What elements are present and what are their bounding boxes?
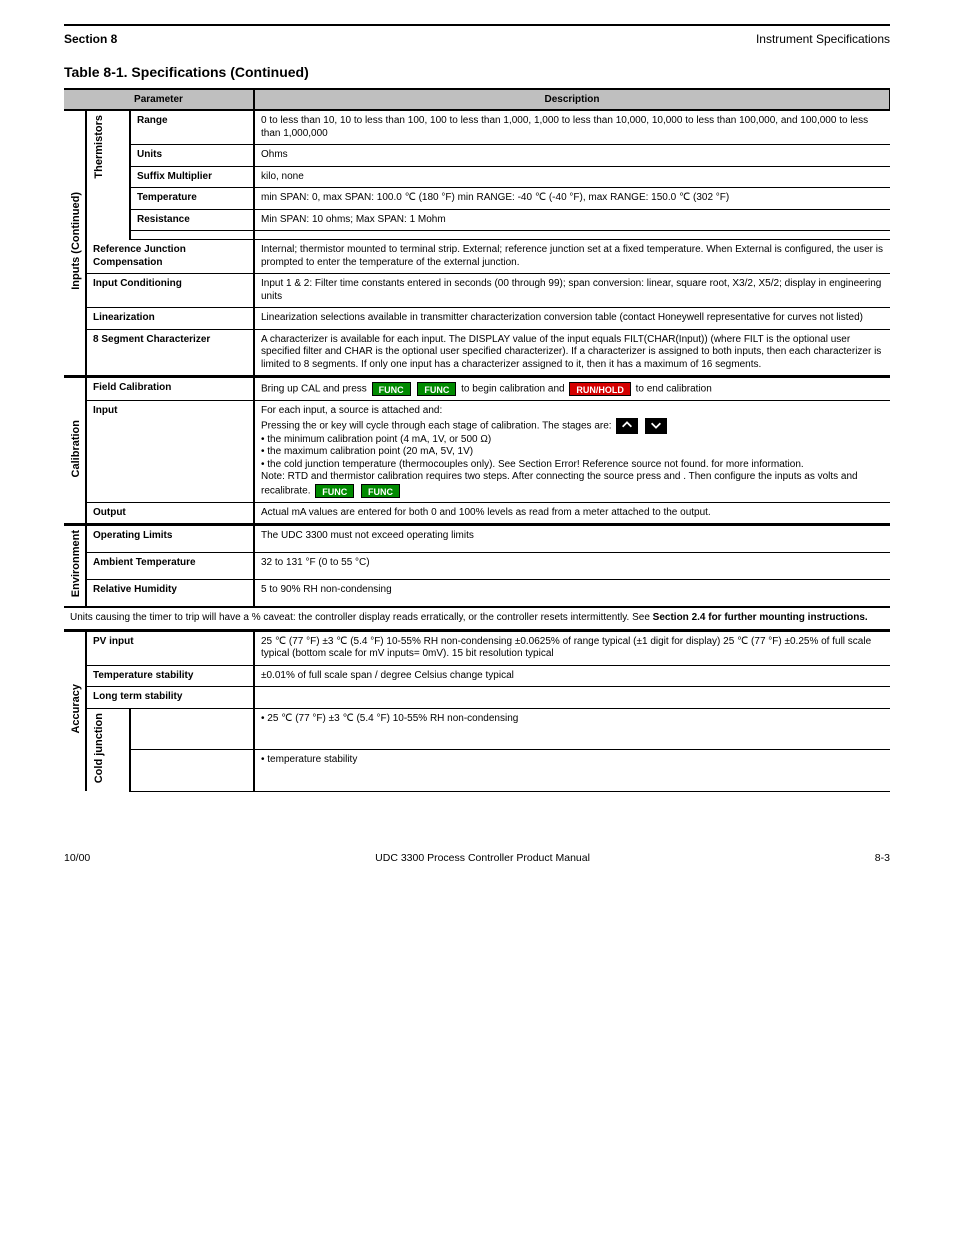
chevron-down-icon [645,418,667,434]
span-note-text: Units causing the timer to trip will hav… [64,607,890,630]
acc-longterm-label: Long term stability [86,687,254,709]
input-cond-label: Input Conditioning [86,274,254,308]
acc-cj-label: Cold junction [93,713,107,783]
row-cal-input: Input For each input, a source is attach… [64,401,890,503]
footer-left: 10/00 [64,852,90,864]
temperature-text: min SPAN: 0, max SPAN: 100.0 ℃ (180 °F) … [254,188,890,210]
env-operating-label: Operating Limits [86,525,254,553]
input-cond-text: Input 1 & 2: Filter time constants enter… [254,274,890,308]
group-inputs-cell: Inputs (Continued) [64,110,86,377]
suffix-label: Suffix Multiplier [130,166,254,188]
ref-junction-text: Internal; thermistor mounted to terminal… [254,240,890,274]
row-span-note: Units causing the timer to trip will hav… [64,607,890,630]
empty-cell [130,231,254,240]
acc-cj-sub1 [130,708,254,750]
row-cal-field: Calibration Field Calibration Bring up C… [64,377,890,401]
suffix-text: kilo, none [254,166,890,188]
cal-input-label: Input [86,401,254,503]
units-text: Ohms [254,145,890,167]
linearization-text: Linearization selections available in tr… [254,308,890,330]
cal-input-text: For each input, a source is attached and… [254,401,890,503]
field-cal-text: Bring up CAL and press FUNC FUNC to begi… [254,377,890,401]
env-operating-text: The UDC 3300 must not exceed operating l… [254,525,890,553]
row-cal-output: Output Actual mA values are entered for … [64,502,890,525]
acc-tempstab-label: Temperature stability [86,665,254,687]
range-label: Range [130,110,254,145]
resistance-text: Min SPAN: 10 ohms; Max SPAN: 1 Mohm [254,209,890,231]
acc-cj-sub2 [130,750,254,792]
group-acc-cell: Accuracy [64,630,86,791]
characterizer-text: A characterizer is available for each in… [254,329,890,377]
page-header: Section 8 Instrument Specifications [64,32,890,46]
row-acc-cj-1: Cold junction • 25 ℃ (77 °F) ±3 ℃ (5.4 °… [64,708,890,750]
row-env-rh: Relative Humidity 5 to 90% RH non-conden… [64,580,890,607]
table-head-row: Parameter Description [64,89,890,110]
cal-output-label: Output [86,502,254,525]
row-characterizer: 8 Segment Characterizer A characterizer … [64,329,890,377]
row-inputs-temperature: Temperature min SPAN: 0, max SPAN: 100.0… [64,188,890,210]
row-linearization: Linearization Linearization selections a… [64,308,890,330]
th-parameter: Parameter [64,89,254,110]
th-description: Description [254,89,890,110]
footer-right: 8-3 [875,852,890,864]
spec-title: Table 8-1. Specifications (Continued) [64,64,890,80]
row-inputs-suffix: Suffix Multiplier kilo, none [64,166,890,188]
linearization-label: Linearization [86,308,254,330]
thermistors-cell: Thermistors [86,110,130,240]
acc-tempstab-text: ±0.01% of full scale span / degree Celsi… [254,665,890,687]
row-acc-tempstab: Temperature stability ±0.01% of full sca… [64,665,890,687]
temperature-label: Temperature [130,188,254,210]
page-footer: 10/00 UDC 3300 Process Controller Produc… [64,852,890,864]
group-cal-label: Calibration [70,420,84,477]
row-env-ambient: Ambient Temperature 32 to 131 °F (0 to 5… [64,553,890,580]
thermistors-label: Thermistors [93,115,107,179]
units-label: Units [130,145,254,167]
section-number: Section 8 [64,32,117,46]
cal-output-text: Actual mA values are entered for both 0 … [254,502,890,525]
env-rh-label: Relative Humidity [86,580,254,607]
env-ambient-label: Ambient Temperature [86,553,254,580]
row-spacer-thermistor [64,231,890,240]
range-text: 0 to less than 10, 10 to less than 100, … [254,110,890,145]
section-title: Instrument Specifications [756,32,890,46]
acc-pv-text: 25 ℃ (77 °F) ±3 ℃ (5.4 °F) 10-55% RH non… [254,630,890,665]
page: Section 8 Instrument Specifications Tabl… [0,0,954,1235]
row-env-operating: Environment Operating Limits The UDC 330… [64,525,890,553]
row-acc-longterm: Long term stability [64,687,890,709]
func-key-icon-3: FUNC [315,484,354,498]
group-env-label: Environment [70,530,84,597]
row-acc-cj-2: • temperature stability [64,750,890,792]
acc-cj-label-cell: Cold junction [86,708,130,791]
func-key-icon-1: FUNC [372,382,411,396]
acc-pv-label: PV input [86,630,254,665]
footer-center: UDC 3300 Process Controller Product Manu… [375,852,590,864]
group-acc-label: Accuracy [70,684,84,734]
row-ref-junction: Reference Junction Compensation Internal… [64,240,890,274]
spec-table: Parameter Description Inputs (Continued)… [64,88,890,792]
row-acc-pv: Accuracy PV input 25 ℃ (77 °F) ±3 ℃ (5.4… [64,630,890,665]
acc-cj-text1: • 25 ℃ (77 °F) ±3 ℃ (5.4 °F) 10-55% RH n… [254,708,890,750]
func-key-icon-4: FUNC [361,484,400,498]
row-input-conditioning: Input Conditioning Input 1 & 2: Filter t… [64,274,890,308]
env-ambient-text: 32 to 131 °F (0 to 55 °C) [254,553,890,580]
characterizer-label: 8 Segment Characterizer [86,329,254,377]
acc-longterm-text [254,687,890,709]
chevron-up-icon [616,418,638,434]
resistance-label: Resistance [130,209,254,231]
acc-cj-text2: • temperature stability [254,750,890,792]
run-hold-key-icon: RUN/HOLD [569,382,631,396]
row-inputs-resistance: Resistance Min SPAN: 10 ohms; Max SPAN: … [64,209,890,231]
group-env-cell: Environment [64,525,86,607]
group-inputs-label: Inputs (Continued) [70,192,84,290]
row-inputs-range: Inputs (Continued) Thermistors Range 0 t… [64,110,890,145]
field-cal-label: Field Calibration [86,377,254,401]
env-rh-text: 5 to 90% RH non-condensing [254,580,890,607]
group-cal-cell: Calibration [64,377,86,525]
ref-junction-label: Reference Junction Compensation [86,240,254,274]
row-inputs-units: Units Ohms [64,145,890,167]
empty-cell-desc [254,231,890,240]
func-key-icon-2: FUNC [417,382,456,396]
header-rule [64,24,890,26]
